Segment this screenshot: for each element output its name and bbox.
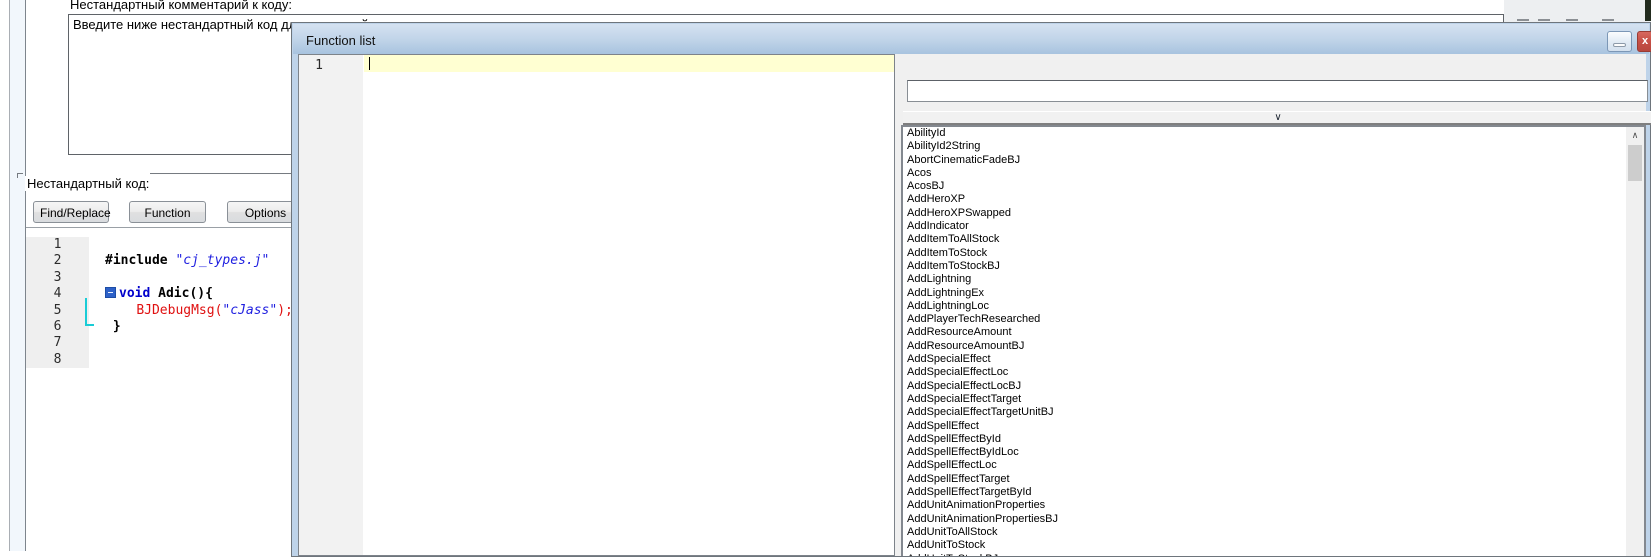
function-list-item[interactable]: AddSpecialEffectTarget <box>903 393 1644 406</box>
code-section-label: Нестандартный код: <box>25 176 152 191</box>
code-groupbox-corner <box>17 173 23 178</box>
function-list-item[interactable]: AddSpellEffectTargetById <box>903 486 1644 499</box>
window-title: Function list <box>306 33 376 48</box>
function-list-item[interactable]: AddSpecialEffectLocBJ <box>903 380 1644 393</box>
fold-guide-corner <box>85 324 94 326</box>
function-list-item[interactable]: AddResourceAmount <box>903 326 1644 339</box>
function-list-item[interactable]: AddItemToStockBJ <box>903 260 1644 273</box>
comment-section-label: Нестандартный комментарий к коду: <box>70 0 292 12</box>
function-list-item[interactable]: AddItemToAllStock <box>903 233 1644 246</box>
desktop-corner <box>1645 0 1651 21</box>
function-list-item[interactable]: AddLightningLoc <box>903 300 1644 313</box>
code-text: #include "cj_types.j" <box>105 253 270 269</box>
scroll-up-icon[interactable]: ∧ <box>1626 127 1644 144</box>
function-list-item[interactable]: AddUnitAnimationProperties <box>903 499 1644 512</box>
function-list-item[interactable]: AddResourceAmountBJ <box>903 340 1644 353</box>
function-list-item[interactable]: AddLightningEx <box>903 287 1644 300</box>
titlebar[interactable]: Function list x <box>293 24 1651 54</box>
function-list-item[interactable]: AddSpellEffectByIdLoc <box>903 446 1644 459</box>
code-text: } <box>105 318 121 334</box>
function-items: AbilityId AbilityId2String AbortCinematicF… <box>903 127 1644 556</box>
line-number: 7 <box>26 335 89 352</box>
background-window-edge <box>1504 0 1651 22</box>
function-list-code-editor[interactable]: 1 <box>298 54 895 556</box>
function-list-item[interactable]: AddHeroXP <box>903 193 1644 206</box>
fold-collapse-icon[interactable] <box>105 287 116 299</box>
window-content: 1 ∨ AbilityId AbilityId2String AbortCinema… <box>298 54 1651 556</box>
find-replace-button[interactable]: Find/Replace <box>33 201 111 223</box>
code-line[interactable]: 2 #include "cj_types.j" <box>26 253 291 270</box>
function-list-item[interactable]: AddIndicator <box>903 220 1644 233</box>
text-caret <box>369 57 370 70</box>
function-list-item[interactable]: AddSpellEffectById <box>903 433 1644 446</box>
function-list-item[interactable]: AddSpellEffectTarget <box>903 473 1644 486</box>
function-list-item[interactable]: AddLightning <box>903 273 1644 286</box>
expander-bar[interactable]: ∨ <box>903 111 1651 125</box>
function-list-item[interactable]: AddSpecialEffectTargetUnitBJ <box>903 406 1644 419</box>
function-list-item[interactable]: AddSpecialEffectLoc <box>903 366 1644 379</box>
line-number: 6 <box>26 318 89 336</box>
function-list-button[interactable]: Function List <box>129 201 206 240</box>
function-list-item[interactable]: AddSpellEffectLoc <box>903 459 1644 472</box>
line-number: 2 <box>26 253 89 270</box>
code-text: void Adic(){ <box>89 286 213 302</box>
function-list-item[interactable]: AddUnitAnimationPropertiesBJ <box>903 513 1644 526</box>
minimize-icon <box>1613 43 1626 47</box>
code-groupbox-topline <box>150 173 291 174</box>
line-number: 8 <box>26 351 89 369</box>
function-list-item[interactable]: AddItemToStock <box>903 247 1644 260</box>
chevron-down-icon: ∨ <box>1274 112 1282 123</box>
close-button[interactable]: x <box>1637 31 1651 52</box>
code-line[interactable]: 3 <box>26 269 291 287</box>
function-list-window: Function list x 1 ∨ AbilityId AbilityId2S… <box>291 22 1651 557</box>
code-line[interactable]: 1 <box>26 237 291 254</box>
editor-gutter: 1 <box>299 55 363 555</box>
line-number: 1 <box>26 237 89 254</box>
background-window-tick <box>1602 19 1614 21</box>
function-list-item[interactable]: AddSpecialEffect <box>903 353 1644 366</box>
function-list[interactable]: AbilityId AbilityId2String AbortCinematicF… <box>901 125 1646 556</box>
dialog-left-strip <box>10 0 25 551</box>
function-list-item[interactable]: AddUnitToAllStock <box>903 526 1644 539</box>
function-list-item[interactable]: AbortCinematicFadeBJ <box>903 154 1644 167</box>
line-number: 1 <box>315 58 323 73</box>
fold-guide-line <box>85 298 87 326</box>
code-text: BJDebugMsg("cJass"); <box>136 302 293 318</box>
line-number: 4 <box>26 286 89 303</box>
function-list-item[interactable]: AddPlayerTechResearched <box>903 313 1644 326</box>
scrollbar[interactable]: ∧ <box>1626 127 1644 556</box>
search-input[interactable] <box>907 80 1648 102</box>
code-lines: 1 2 #include "cj_types.j" 3 4 void Adic(){5 B… <box>26 237 293 369</box>
code-line[interactable]: 7 <box>26 335 291 352</box>
current-line-highlight <box>364 55 894 72</box>
function-list-item[interactable]: AddSpellEffect <box>903 420 1644 433</box>
function-list-item[interactable]: AcosBJ <box>903 180 1644 193</box>
function-list-item[interactable]: AddHeroXPSwapped <box>903 207 1644 220</box>
function-list-item[interactable]: Acos <box>903 167 1644 180</box>
line-number: 3 <box>26 269 89 287</box>
code-line[interactable]: 4 void Adic(){ <box>26 286 291 303</box>
code-line[interactable]: 8 <box>26 351 291 369</box>
line-number: 5 <box>26 302 89 319</box>
background-window-tick <box>1517 19 1529 21</box>
function-list-item[interactable]: AddUnitToStockBJ <box>903 553 1644 557</box>
background-window-tick <box>1538 19 1550 21</box>
background-window-tick <box>1566 19 1578 21</box>
function-list-panel: ∨ AbilityId AbilityId2String AbortCinemati… <box>895 54 1651 556</box>
minimize-button[interactable] <box>1607 31 1632 52</box>
code-line[interactable]: 5 BJDebugMsg("cJass"); <box>26 302 293 319</box>
custom-code-editor[interactable]: 1 2 #include "cj_types.j" 3 4 void Adic(){5 B… <box>26 227 293 551</box>
function-list-item[interactable]: AbilityId2String <box>903 140 1644 153</box>
function-list-item[interactable]: AbilityId <box>903 127 1644 140</box>
scrollbar-thumb[interactable] <box>1628 145 1642 181</box>
code-line[interactable]: 6 } <box>26 318 291 336</box>
